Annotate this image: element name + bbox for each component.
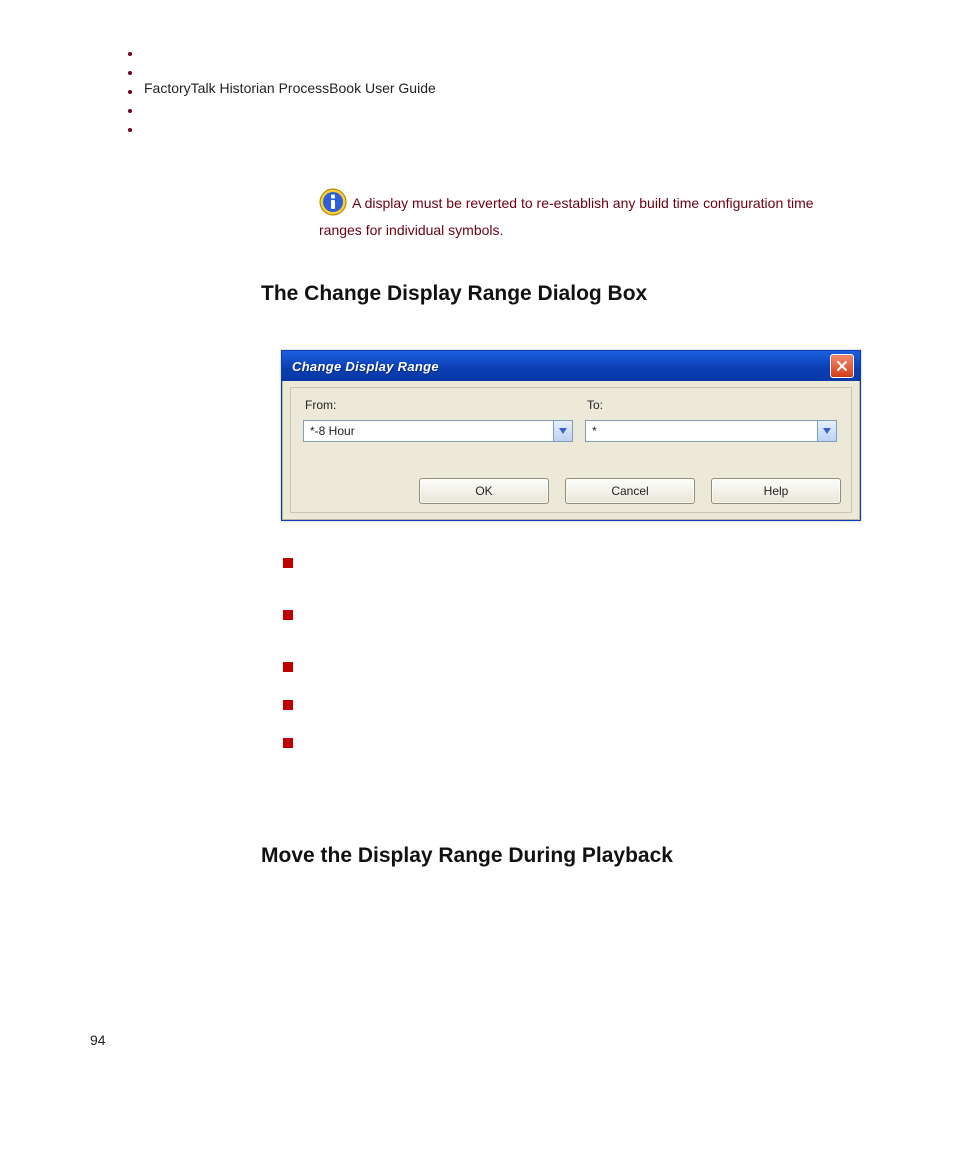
dialog-button-row: OK Cancel Help — [419, 478, 841, 504]
cancel-button[interactable]: Cancel — [565, 478, 695, 504]
help-button[interactable]: Help — [711, 478, 841, 504]
side-dot-column — [128, 52, 132, 147]
side-dot — [128, 128, 132, 132]
change-display-range-dialog: Change Display Range From: To: *-8 Hour — [281, 350, 861, 521]
to-value: * — [586, 424, 817, 438]
page-number: 94 — [90, 1032, 106, 1048]
section-title-playback: Move the Display Range During Playback — [261, 844, 673, 868]
section-title-dialog: The Change Display Range Dialog Box — [261, 282, 647, 306]
from-combobox[interactable]: *-8 Hour — [303, 420, 573, 442]
dialog-body: From: To: *-8 Hour * — [282, 381, 860, 520]
bullet — [283, 662, 293, 672]
from-combobox-arrow[interactable] — [553, 421, 572, 441]
bullet-list — [283, 558, 293, 748]
bullet — [283, 558, 293, 568]
info-note: A display must be reverted to re-establi… — [319, 188, 839, 240]
ok-button[interactable]: OK — [419, 478, 549, 504]
dialog-title: Change Display Range — [292, 359, 439, 374]
from-label: From: — [305, 398, 336, 412]
close-button[interactable] — [830, 354, 854, 378]
chevron-down-icon — [823, 428, 831, 434]
side-dot — [128, 90, 132, 94]
help-label: Help — [764, 484, 789, 498]
close-icon — [836, 360, 848, 372]
ok-label: OK — [475, 484, 492, 498]
side-dot — [128, 52, 132, 56]
side-dot — [128, 71, 132, 75]
info-icon — [319, 188, 347, 221]
bullet — [283, 610, 293, 620]
to-label: To: — [587, 398, 603, 412]
bullet — [283, 700, 293, 710]
cancel-label: Cancel — [611, 484, 648, 498]
from-value: *-8 Hour — [304, 424, 553, 438]
info-note-text: A display must be reverted to re-establi… — [319, 195, 814, 238]
page-header: FactoryTalk Historian ProcessBook User G… — [144, 80, 436, 96]
chevron-down-icon — [559, 428, 567, 434]
dialog-titlebar[interactable]: Change Display Range — [282, 351, 860, 381]
side-dot — [128, 109, 132, 113]
to-combobox[interactable]: * — [585, 420, 837, 442]
to-combobox-arrow[interactable] — [817, 421, 836, 441]
dialog-inner-panel: From: To: *-8 Hour * — [290, 387, 852, 513]
bullet — [283, 738, 293, 748]
